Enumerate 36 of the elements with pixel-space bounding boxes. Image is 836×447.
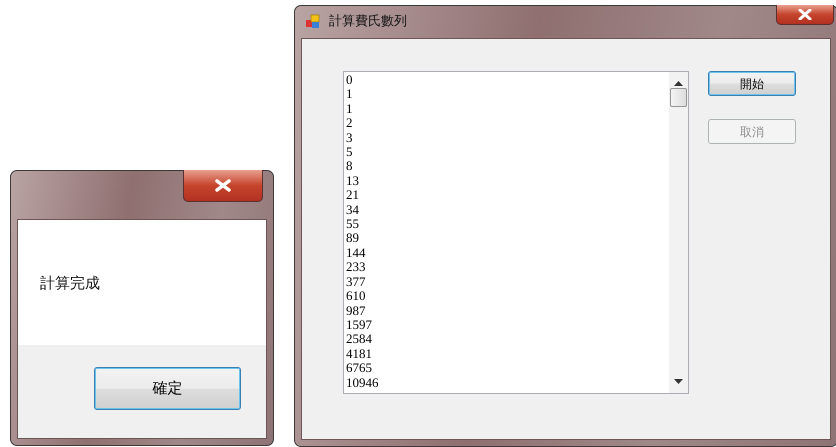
list-item[interactable]: 10946 (346, 376, 378, 390)
app-icon (305, 14, 321, 30)
list-item[interactable]: 144 (346, 246, 366, 260)
list-item[interactable]: 1597 (346, 318, 372, 332)
list-item[interactable]: 21 (346, 188, 359, 203)
window-title: 計算費氏數列 (329, 13, 407, 32)
close-button[interactable] (183, 170, 263, 202)
list-item[interactable]: 2584 (346, 332, 372, 347)
list-item[interactable]: 377 (346, 274, 366, 290)
list-item[interactable]: 0 (346, 73, 352, 88)
list-item[interactable]: 8 (346, 159, 352, 174)
list-item[interactable]: 987 (346, 304, 366, 318)
list-item[interactable]: 89 (346, 231, 359, 246)
close-button[interactable] (776, 5, 834, 25)
scroll-down-icon[interactable] (674, 379, 683, 384)
scroll-thumb[interactable] (670, 88, 687, 107)
list-item[interactable]: 55 (346, 217, 359, 232)
list-item[interactable]: 13 (346, 174, 359, 188)
number-list[interactable]: 0 1 1 2 3 5 8 13 21 34 55 89 144 233 377 610 987 1597 2584 4181 6765 10946 (343, 71, 689, 394)
list-item[interactable]: 4181 (346, 346, 372, 362)
list-item[interactable]: 1 (346, 87, 352, 102)
close-icon (798, 9, 812, 20)
list-item[interactable]: 1 (346, 102, 352, 116)
dialog-message: 計算完成 (40, 274, 100, 292)
start-button[interactable]: 開始 (708, 71, 796, 96)
list-item[interactable]: 6765 (346, 361, 372, 376)
close-icon (214, 179, 232, 192)
scrollbar[interactable] (669, 72, 688, 393)
list-item[interactable]: 610 (346, 289, 366, 304)
list-item[interactable]: 34 (346, 202, 359, 218)
list-item[interactable]: 5 (346, 145, 352, 160)
ok-button[interactable]: 確定 (94, 367, 241, 410)
list-item[interactable]: 233 (346, 260, 366, 275)
list-item[interactable]: 2 (346, 116, 352, 131)
list-item[interactable]: 3 (346, 130, 352, 146)
scroll-up-icon[interactable] (674, 81, 683, 86)
